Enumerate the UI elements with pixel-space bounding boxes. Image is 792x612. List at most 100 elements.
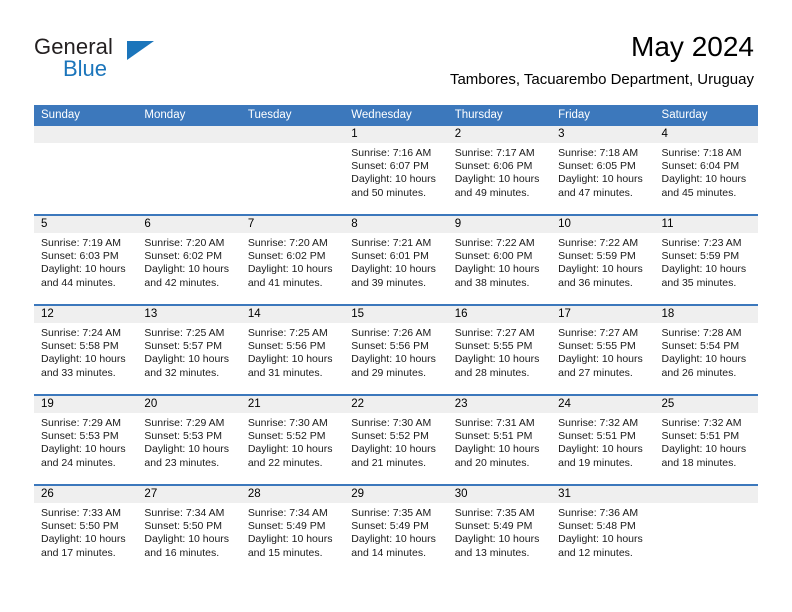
sunset-text: Sunset: 5:49 PM [454,520,533,533]
sunset-text: Sunset: 5:52 PM [247,430,326,443]
day-cell[interactable]: 19 Sunrise: 7:29 AM Sunset: 5:53 PM Dayligh… [34,396,138,484]
weekday-header-thursday: Thursday [454,109,503,121]
day-cell[interactable]: 27 Sunrise: 7:34 AM Sunset: 5:50 PM Dayligh… [137,486,241,574]
daylight-text-line1: Daylight: 10 hours [454,263,540,276]
day-cell[interactable]: 26 Sunrise: 7:33 AM Sunset: 5:50 PM Dayligh… [34,486,138,574]
daylight-text-line2: and 32 minutes. [144,366,220,379]
day-cell[interactable]: 5 Sunrise: 7:19 AM Sunset: 6:03 PM Daylight… [34,216,138,304]
day-cell[interactable]: 9 Sunrise: 7:22 AM Sunset: 6:00 PM Daylight… [447,216,552,304]
daylight-text-line1: Daylight: 10 hours [558,173,643,186]
daylight-text-line2: and 13 minutes. [454,546,530,559]
day-details: Sunrise: 7:33 AM Sunset: 5:50 PM Daylight:… [34,503,137,560]
day-details: Sunrise: 7:29 AM Sunset: 5:53 PM Daylight:… [34,413,137,470]
sunrise-text: Sunrise: 7:32 AM [558,417,639,429]
day-cell-empty [34,126,138,214]
day-cell[interactable]: 14 Sunrise: 7:25 AM Sunset: 5:56 PM Dayligh… [240,306,345,394]
daylight-text-line1: Daylight: 10 hours [247,443,333,456]
daylight-text-line2: and 15 minutes. [247,546,323,559]
daylight-text-line1: Daylight: 10 hours [454,533,540,546]
day-cell[interactable]: 21 Sunrise: 7:30 AM Sunset: 5:52 PM Dayligh… [240,396,345,484]
day-cell[interactable]: 28 Sunrise: 7:34 AM Sunset: 5:49 PM Dayligh… [240,486,345,574]
day-cell[interactable]: 31 Sunrise: 7:36 AM Sunset: 5:48 PM Dayligh… [551,486,655,574]
day-number: 20 [137,396,241,413]
sunrise-text: Sunrise: 7:30 AM [247,417,328,429]
day-number: 27 [137,486,241,503]
daylight-text-line1: Daylight: 10 hours [247,353,333,366]
day-number: 13 [137,306,241,323]
sunrise-text: Sunrise: 7:31 AM [454,417,535,429]
sunset-text: Sunset: 6:02 PM [247,250,326,263]
day-cell[interactable]: 16 Sunrise: 7:27 AM Sunset: 5:55 PM Dayligh… [447,306,552,394]
daylight-text-line2: and 35 minutes. [661,276,737,289]
day-cell[interactable]: 18 Sunrise: 7:28 AM Sunset: 5:54 PM Dayligh… [654,306,758,394]
day-number: 14 [240,306,345,323]
daylight-text-line1: Daylight: 10 hours [144,263,230,276]
day-cell[interactable]: 29 Sunrise: 7:35 AM Sunset: 5:49 PM Dayligh… [344,486,448,574]
daylight-text-line1: Daylight: 10 hours [661,173,747,186]
sunrise-text: Sunrise: 7:18 AM [661,147,742,159]
daylight-text-line1: Daylight: 10 hours [558,353,643,366]
sunset-text: Sunset: 5:59 PM [661,250,740,263]
day-cell[interactable]: 13 Sunrise: 7:25 AM Sunset: 5:57 PM Dayligh… [137,306,241,394]
day-cell[interactable]: 15 Sunrise: 7:26 AM Sunset: 5:56 PM Dayligh… [344,306,448,394]
calendar-page: General Blue May 2024 Tambores, Tacuarem… [0,0,792,612]
day-cell[interactable]: 2 Sunrise: 7:17 AM Sunset: 6:06 PM Daylight… [447,126,552,214]
weekday-header-tuesday: Tuesday [247,109,292,121]
daylight-text-line1: Daylight: 10 hours [351,443,436,456]
sunset-text: Sunset: 6:00 PM [454,250,533,263]
day-number: 6 [137,216,241,233]
daylight-text-line1: Daylight: 10 hours [351,533,436,546]
day-cell[interactable]: 11 Sunrise: 7:23 AM Sunset: 5:59 PM Dayligh… [654,216,758,304]
generalblue-logo[interactable]: General Blue [34,34,164,82]
day-cell[interactable]: 12 Sunrise: 7:24 AM Sunset: 5:58 PM Dayligh… [34,306,138,394]
day-details: Sunrise: 7:24 AM Sunset: 5:58 PM Daylight:… [34,323,137,380]
daylight-text-line1: Daylight: 10 hours [558,263,643,276]
daylight-text-line1: Daylight: 10 hours [41,353,126,366]
sunset-text: Sunset: 5:51 PM [661,430,740,443]
daylight-text-line2: and 17 minutes. [41,546,116,559]
week-row: 1 Sunrise: 7:16 AM Sunset: 6:07 PM Daylight… [34,126,758,214]
day-details: Sunrise: 7:18 AM Sunset: 6:04 PM Daylight:… [655,143,758,200]
daylight-text-line1: Daylight: 10 hours [661,443,747,456]
day-cell[interactable]: 24 Sunrise: 7:32 AM Sunset: 5:51 PM Dayligh… [551,396,655,484]
triangle-icon [127,41,154,60]
day-details: Sunrise: 7:29 AM Sunset: 5:53 PM Daylight:… [137,413,240,470]
day-cell[interactable]: 1 Sunrise: 7:16 AM Sunset: 6:07 PM Daylight… [344,126,448,214]
sunset-text: Sunset: 5:57 PM [144,340,223,353]
weekday-header-monday: Monday [144,109,186,121]
day-cell[interactable]: 23 Sunrise: 7:31 AM Sunset: 5:51 PM Dayligh… [447,396,552,484]
day-cell[interactable]: 3 Sunrise: 7:18 AM Sunset: 6:05 PM Daylight… [551,126,655,214]
daylight-text-line1: Daylight: 10 hours [144,353,230,366]
sunrise-text: Sunrise: 7:24 AM [41,327,121,339]
day-cell-empty [654,486,758,574]
day-cell[interactable]: 20 Sunrise: 7:29 AM Sunset: 5:53 PM Dayligh… [137,396,241,484]
day-cell[interactable]: 8 Sunrise: 7:21 AM Sunset: 6:01 PM Daylight… [344,216,448,304]
day-cell[interactable]: 4 Sunrise: 7:18 AM Sunset: 6:04 PM Daylight… [654,126,758,214]
sunrise-text: Sunrise: 7:29 AM [144,417,225,429]
day-cell[interactable]: 22 Sunrise: 7:30 AM Sunset: 5:52 PM Dayligh… [344,396,448,484]
sunset-text: Sunset: 6:06 PM [454,160,533,173]
day-cell[interactable]: 10 Sunrise: 7:22 AM Sunset: 5:59 PM Dayligh… [551,216,655,304]
sunset-text: Sunset: 5:53 PM [144,430,223,443]
daylight-text-line2: and 41 minutes. [247,276,323,289]
sunset-text: Sunset: 5:53 PM [41,430,119,443]
day-number: 9 [447,216,552,233]
weekday-header-sunday: Sunday [41,109,81,121]
day-cell[interactable]: 30 Sunrise: 7:35 AM Sunset: 5:49 PM Dayligh… [447,486,552,574]
day-details: Sunrise: 7:36 AM Sunset: 5:48 PM Daylight:… [551,503,654,560]
sunset-text: Sunset: 5:55 PM [558,340,636,353]
page-title: May 2024 [631,31,754,62]
day-cell[interactable]: 6 Sunrise: 7:20 AM Sunset: 6:02 PM Daylight… [137,216,241,304]
daylight-text-line1: Daylight: 10 hours [661,353,747,366]
day-number: 16 [447,306,552,323]
sunrise-text: Sunrise: 7:35 AM [454,507,535,519]
day-cell[interactable]: 17 Sunrise: 7:27 AM Sunset: 5:55 PM Dayligh… [551,306,655,394]
daylight-text-line1: Daylight: 10 hours [454,353,540,366]
daylight-text-line2: and 31 minutes. [247,366,323,379]
day-cell[interactable]: 25 Sunrise: 7:32 AM Sunset: 5:51 PM Dayligh… [654,396,758,484]
day-cell[interactable]: 7 Sunrise: 7:20 AM Sunset: 6:02 PM Daylight… [240,216,345,304]
daylight-text-line2: and 28 minutes. [454,366,530,379]
day-details: Sunrise: 7:16 AM Sunset: 6:07 PM Daylight:… [344,143,447,200]
sunset-text: Sunset: 5:58 PM [41,340,119,353]
day-cell-empty [240,126,345,214]
